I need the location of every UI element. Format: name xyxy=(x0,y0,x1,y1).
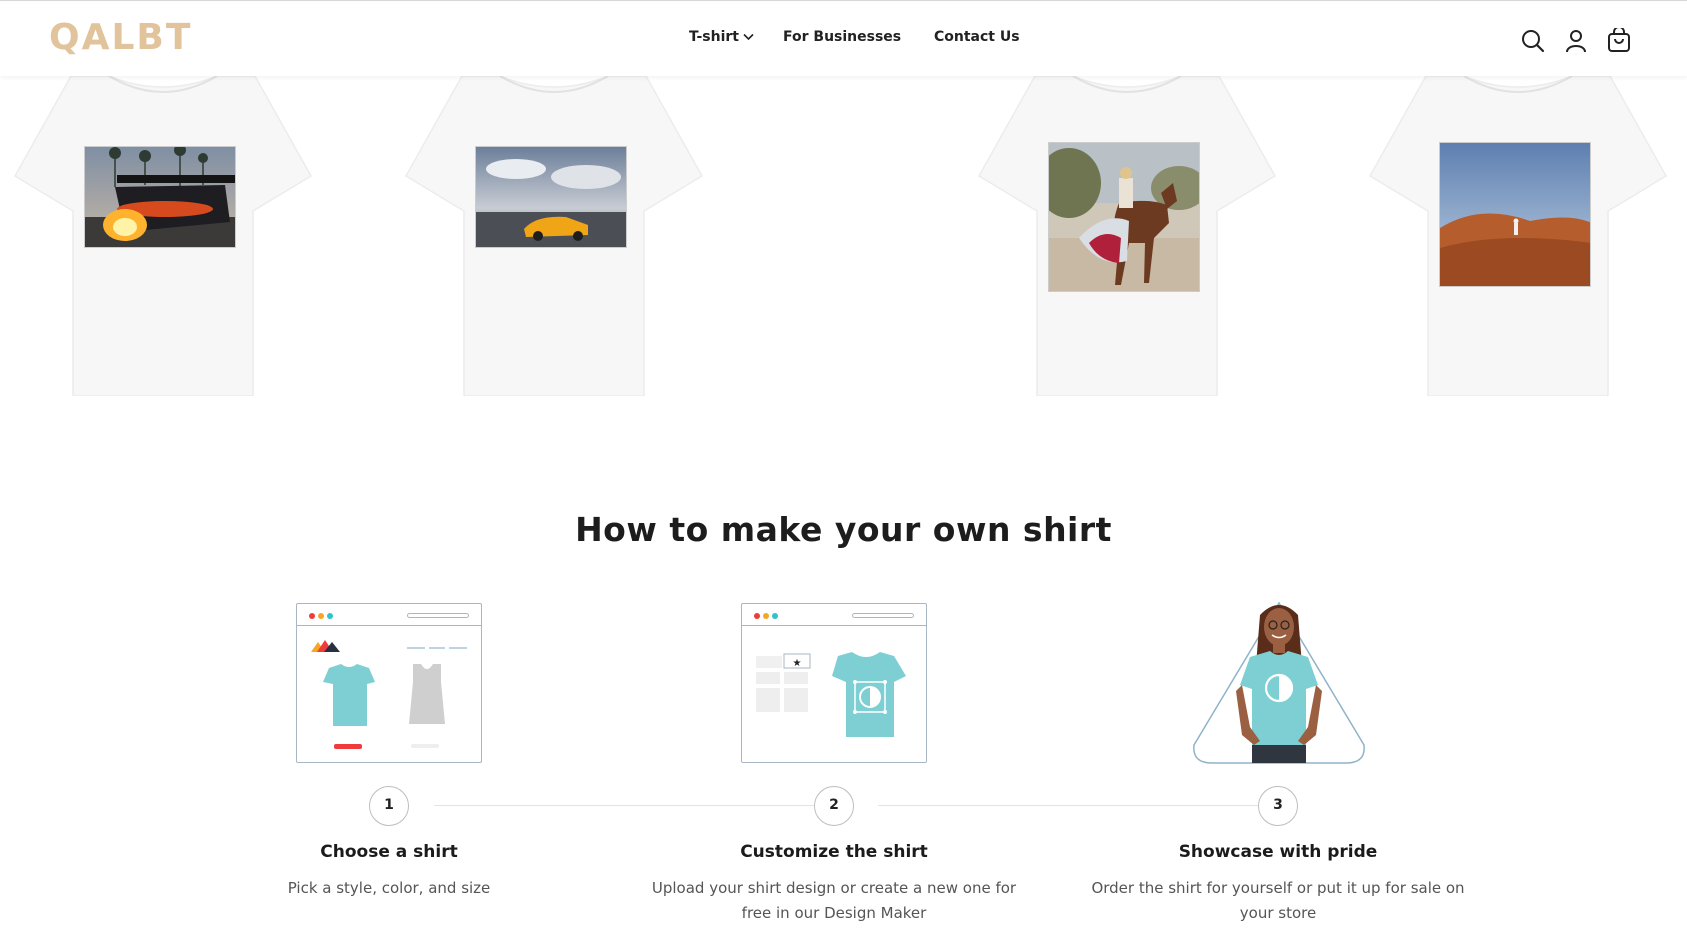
cart-icon[interactable] xyxy=(1606,26,1632,54)
step-number-2: 2 xyxy=(814,786,854,826)
shirt-print-image xyxy=(475,146,627,248)
chevron-down-icon xyxy=(743,29,754,45)
step-number-1: 1 xyxy=(369,786,409,826)
site-header: QALBT T-shirt For Businesses Contact Us xyxy=(0,0,1687,76)
nav-tshirt[interactable]: T-shirt xyxy=(689,29,754,45)
step-connector xyxy=(878,805,1258,806)
step-number-3: 3 xyxy=(1258,786,1298,826)
step-title-3: Showcase with pride xyxy=(1178,842,1378,862)
step-connector xyxy=(434,805,814,806)
section-title: How to make your own shirt xyxy=(575,510,1112,549)
shirt-print-image xyxy=(1439,142,1591,287)
shirt-card-1[interactable] xyxy=(13,76,313,396)
svg-text:★: ★ xyxy=(793,658,802,669)
step-description-3: Order the shirt for yourself or put it u… xyxy=(1091,879,1465,922)
main-nav: T-shirt For Businesses Contact Us xyxy=(0,29,1687,53)
nav-contact-us[interactable]: Contact Us xyxy=(934,29,1020,45)
shirt-card-2[interactable] xyxy=(404,76,704,396)
search-icon[interactable] xyxy=(1520,28,1546,54)
step-description-1: Pick a style, color, and size xyxy=(287,879,491,897)
shirt-print-image xyxy=(84,146,236,248)
step-description-2: Upload your shirt design or create a new… xyxy=(651,879,1017,922)
shirt-print-image xyxy=(1048,142,1200,292)
step-title-2: Customize the shirt xyxy=(740,842,928,862)
user-icon[interactable] xyxy=(1563,28,1589,54)
shirt-card-3[interactable] xyxy=(977,76,1277,396)
showcase-illustration xyxy=(1186,595,1372,770)
customize-shirt-illustration: ★ xyxy=(741,603,927,763)
step-title-1: Choose a shirt xyxy=(320,842,458,862)
choose-shirt-illustration xyxy=(296,603,482,763)
shirt-card-4[interactable] xyxy=(1368,76,1668,396)
nav-for-businesses[interactable]: For Businesses xyxy=(783,29,901,45)
nav-tshirt-label: T-shirt xyxy=(689,29,739,45)
